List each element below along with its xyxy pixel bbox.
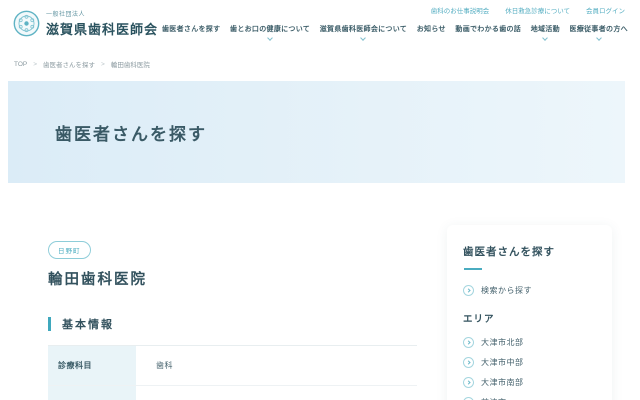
section-accent-bar <box>48 317 51 331</box>
nav-label: 歯とお口の健康について <box>230 24 310 34</box>
content-area: 日野町 輪田歯科医院 基本情報 診療科目 歯科 歯科医師名 輪田 茂樹 歯医者さ… <box>0 183 640 400</box>
breadcrumb-top[interactable]: TOP <box>14 61 27 68</box>
association-emblem-icon <box>13 10 40 37</box>
logo-name: 滋賀県歯科医師会 <box>46 19 158 38</box>
circle-arrow-icon <box>463 337 474 348</box>
nav-label: 歯医者さんを探す <box>162 24 220 34</box>
sidebar-link-label: 大津市中部 <box>481 357 524 368</box>
breadcrumb-separator: > <box>33 61 37 68</box>
chevron-down-icon <box>361 35 367 41</box>
clinic-name: 輪田歯科医院 <box>48 268 417 289</box>
circle-arrow-icon <box>463 285 474 296</box>
sidebar-link-label: 大津市南部 <box>481 377 524 388</box>
chevron-down-icon <box>267 35 273 41</box>
breadcrumb-separator: > <box>101 61 105 68</box>
section-title: 基本情報 <box>62 316 114 332</box>
sidebar-area-heading: エリア <box>463 311 596 325</box>
row-label: 診療科目 <box>48 346 136 385</box>
hero-banner: 歯医者さんを探す <box>8 81 625 183</box>
sidebar-link-search[interactable]: 検索から探す <box>463 285 596 296</box>
nav-item-community[interactable]: 地域活動 <box>531 24 560 40</box>
breadcrumb-current-page: 輪田歯科医院 <box>111 59 150 69</box>
chevron-down-icon <box>542 35 548 41</box>
area-badge: 日野町 <box>48 241 91 259</box>
nav-label: 滋賀県歯科医師会について <box>320 24 407 34</box>
logo-corp-type: 一般社団法人 <box>46 9 158 18</box>
row-value: 歯科 <box>136 346 173 385</box>
nav-item-find-dentist[interactable]: 歯医者さんを探す <box>162 24 220 40</box>
page-title: 歯医者さんを探す <box>55 120 207 145</box>
main-nav: 歯医者さんを探す 歯とお口の健康について 滋賀県歯科医師会について お知らせ 動… <box>162 24 628 40</box>
sidebar-link-otsu-central[interactable]: 大津市中部 <box>463 357 596 368</box>
basic-info-section-header: 基本情報 <box>48 316 417 332</box>
nav-item-news[interactable]: お知らせ <box>417 24 446 40</box>
nav-item-about-association[interactable]: 滋賀県歯科医師会について <box>320 24 407 40</box>
sidebar-title-underline <box>464 268 482 270</box>
site-logo[interactable]: 一般社団法人 滋賀県歯科医師会 <box>13 9 158 38</box>
utility-link-member-login[interactable]: 会員ログイン <box>586 5 625 15</box>
utility-link-holiday-emergency[interactable]: 休日救急診療について <box>505 5 570 15</box>
utility-link-job-seminar[interactable]: 歯科のお仕事説明会 <box>431 5 490 15</box>
search-sidebar: 歯医者さんを探す 検索から探す エリア 大津市北部 大津市中部 大津市南部 草津… <box>447 225 612 400</box>
row-value: 輪田 茂樹 <box>136 386 193 400</box>
sidebar-link-otsu-north[interactable]: 大津市北部 <box>463 337 596 348</box>
table-row: 歯科医師名 輪田 茂樹 <box>48 386 417 400</box>
nav-label: 動画でわかる歯の話 <box>455 24 521 34</box>
utility-nav: 歯科のお仕事説明会 休日救急診療について 会員ログイン <box>431 5 625 15</box>
clinic-detail: 日野町 輪田歯科医院 基本情報 診療科目 歯科 歯科医師名 輪田 茂樹 <box>48 240 417 400</box>
nav-label: 医療従事者の方へ <box>570 24 628 34</box>
nav-label: お知らせ <box>417 24 446 34</box>
nav-item-oral-health[interactable]: 歯とお口の健康について <box>230 24 310 40</box>
row-label: 歯科医師名 <box>48 386 136 400</box>
nav-item-medical-professionals[interactable]: 医療従事者の方へ <box>570 24 628 40</box>
logo-text: 一般社団法人 滋賀県歯科医師会 <box>46 9 158 38</box>
breadcrumb-find-dentist[interactable]: 歯医者さんを探す <box>43 59 95 69</box>
circle-arrow-icon <box>463 357 474 368</box>
sidebar-title: 歯医者さんを探す <box>463 244 596 259</box>
nav-label: 地域活動 <box>531 24 560 34</box>
nav-item-video[interactable]: 動画でわかる歯の話 <box>455 24 521 40</box>
table-row: 診療科目 歯科 <box>48 346 417 386</box>
basic-info-table: 診療科目 歯科 歯科医師名 輪田 茂樹 <box>48 345 417 400</box>
chevron-down-icon <box>596 35 602 41</box>
sidebar-link-label: 検索から探す <box>481 285 532 296</box>
circle-arrow-icon <box>463 377 474 388</box>
site-header: 一般社団法人 滋賀県歯科医師会 歯科のお仕事説明会 休日救急診療について 会員ロ… <box>0 0 640 52</box>
sidebar-link-otsu-south[interactable]: 大津市南部 <box>463 377 596 388</box>
sidebar-link-label: 大津市北部 <box>481 337 524 348</box>
breadcrumb: TOP > 歯医者さんを探す > 輪田歯科医院 <box>14 59 640 69</box>
